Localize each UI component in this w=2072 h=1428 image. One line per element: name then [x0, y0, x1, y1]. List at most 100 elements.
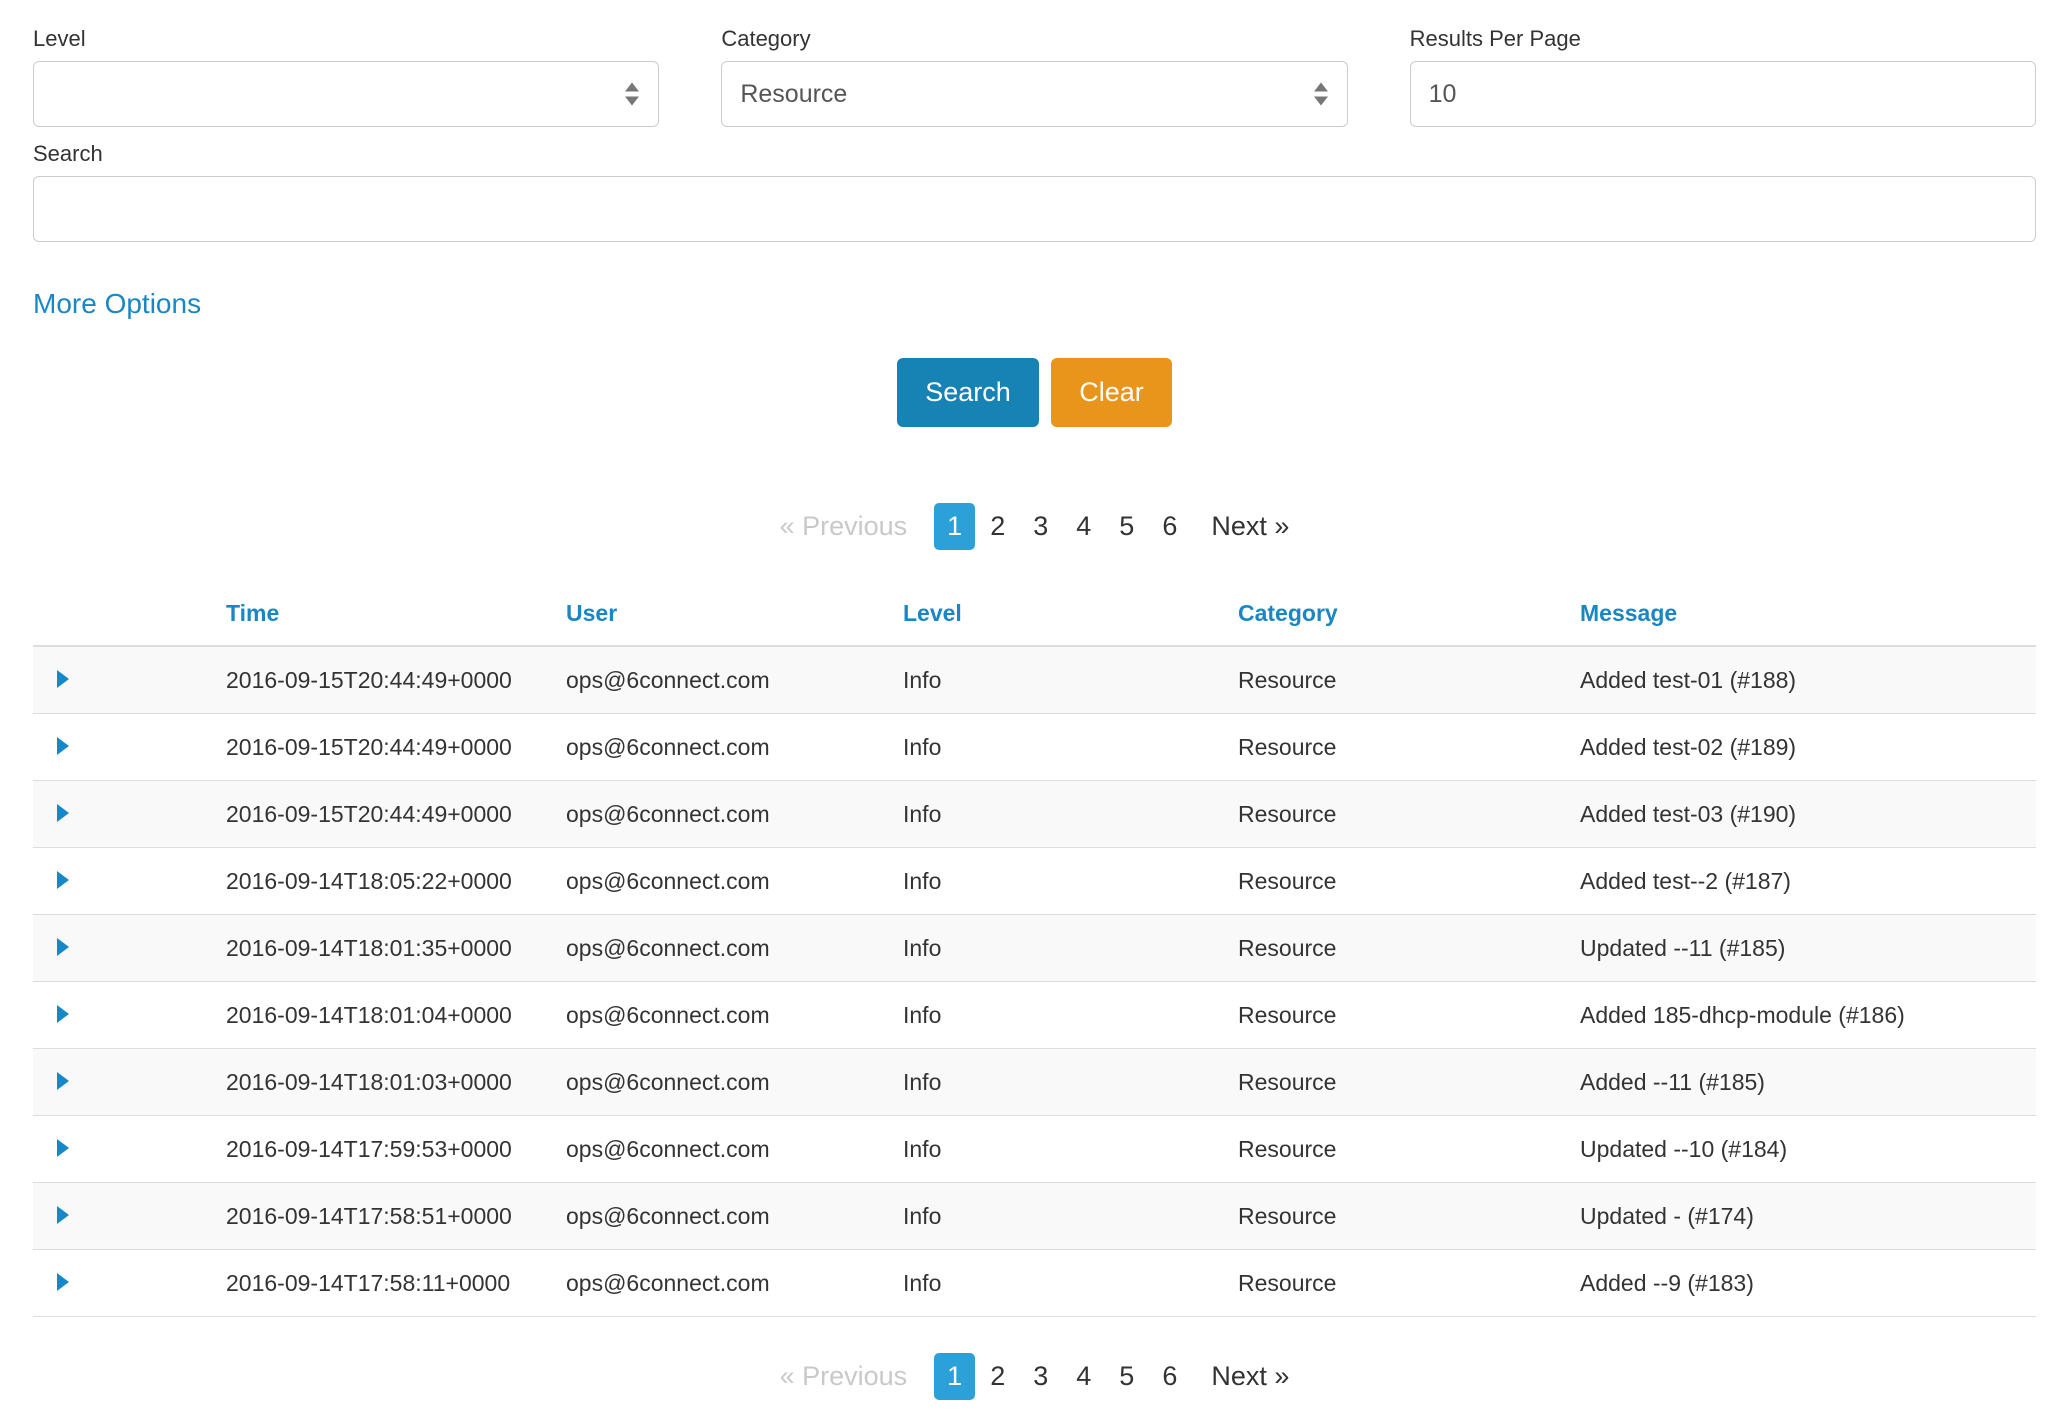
- cell-category: Resource: [1230, 714, 1572, 781]
- log-table-body: 2016-09-15T20:44:49+0000ops@6connect.com…: [33, 646, 2036, 1317]
- pagination-page-2[interactable]: 2: [977, 503, 1018, 550]
- category-field: Category Resource: [721, 26, 1347, 127]
- search-button[interactable]: Search: [897, 358, 1039, 427]
- cell-message: Added test-03 (#190): [1572, 781, 2036, 848]
- log-table: Time User Level Category Message 2016-09…: [33, 590, 2036, 1317]
- cell-user: ops@6connect.com: [558, 1049, 895, 1116]
- cell-user: ops@6connect.com: [558, 915, 895, 982]
- table-row: 2016-09-14T18:01:35+0000ops@6connect.com…: [33, 915, 2036, 982]
- cell-expand: [33, 781, 218, 848]
- pagination-page-2[interactable]: 2: [977, 1353, 1018, 1400]
- header-time[interactable]: Time: [218, 590, 558, 646]
- expand-row-icon[interactable]: [57, 737, 69, 755]
- expand-row-icon[interactable]: [57, 1139, 69, 1157]
- pagination-previous[interactable]: « Previous: [780, 511, 908, 542]
- cell-category: Resource: [1230, 1250, 1572, 1317]
- cell-category: Resource: [1230, 848, 1572, 915]
- level-field: Level: [33, 26, 659, 127]
- cell-expand: [33, 848, 218, 915]
- cell-message: Added test-01 (#188): [1572, 646, 2036, 714]
- cell-user: ops@6connect.com: [558, 1250, 895, 1317]
- category-select[interactable]: Resource: [721, 61, 1347, 127]
- results-per-page-input[interactable]: [1410, 61, 2036, 127]
- expand-row-icon[interactable]: [57, 804, 69, 822]
- expand-row-icon[interactable]: [57, 1072, 69, 1090]
- cell-time: 2016-09-14T18:01:03+0000: [218, 1049, 558, 1116]
- cell-category: Resource: [1230, 982, 1572, 1049]
- cell-message: Updated - (#174): [1572, 1183, 2036, 1250]
- search-block: Search: [33, 141, 2036, 242]
- cell-time: 2016-09-14T18:01:35+0000: [218, 915, 558, 982]
- cell-level: Info: [895, 848, 1230, 915]
- pagination-page-5[interactable]: 5: [1106, 1353, 1147, 1400]
- cell-user: ops@6connect.com: [558, 1183, 895, 1250]
- table-header-row: Time User Level Category Message: [33, 590, 2036, 646]
- expand-row-icon[interactable]: [57, 1273, 69, 1291]
- cell-level: Info: [895, 714, 1230, 781]
- table-row: 2016-09-15T20:44:49+0000ops@6connect.com…: [33, 646, 2036, 714]
- search-input[interactable]: [33, 176, 2036, 242]
- expand-row-icon[interactable]: [57, 871, 69, 889]
- cell-time: 2016-09-14T18:01:04+0000: [218, 982, 558, 1049]
- cell-message: Updated --10 (#184): [1572, 1116, 2036, 1183]
- cell-expand: [33, 1183, 218, 1250]
- clear-button[interactable]: Clear: [1051, 358, 1172, 427]
- cell-category: Resource: [1230, 646, 1572, 714]
- header-message[interactable]: Message: [1572, 590, 2036, 646]
- table-row: 2016-09-14T18:05:22+0000ops@6connect.com…: [33, 848, 2036, 915]
- cell-category: Resource: [1230, 1116, 1572, 1183]
- results-per-page-field: Results Per Page: [1410, 26, 2036, 127]
- pagination-next[interactable]: Next »: [1211, 1361, 1289, 1392]
- pagination-previous[interactable]: « Previous: [780, 1361, 908, 1392]
- search-label: Search: [33, 141, 2036, 167]
- pagination-page-6[interactable]: 6: [1149, 1353, 1190, 1400]
- header-level[interactable]: Level: [895, 590, 1230, 646]
- table-row: 2016-09-14T18:01:03+0000ops@6connect.com…: [33, 1049, 2036, 1116]
- pagination-page-4[interactable]: 4: [1063, 503, 1104, 550]
- pagination-page-5[interactable]: 5: [1106, 503, 1147, 550]
- actions-bar: Search Clear: [33, 358, 2036, 427]
- more-options-link[interactable]: More Options: [33, 288, 201, 320]
- cell-message: Added test-02 (#189): [1572, 714, 2036, 781]
- cell-level: Info: [895, 1183, 1230, 1250]
- cell-level: Info: [895, 1116, 1230, 1183]
- cell-message: Added --9 (#183): [1572, 1250, 2036, 1317]
- cell-level: Info: [895, 1250, 1230, 1317]
- cell-user: ops@6connect.com: [558, 781, 895, 848]
- table-row: 2016-09-14T17:58:51+0000ops@6connect.com…: [33, 1183, 2036, 1250]
- cell-category: Resource: [1230, 1049, 1572, 1116]
- expand-row-icon[interactable]: [57, 1005, 69, 1023]
- pagination-page-1[interactable]: 1: [934, 503, 975, 550]
- cell-expand: [33, 1049, 218, 1116]
- expand-row-icon[interactable]: [57, 938, 69, 956]
- pagination-next[interactable]: Next »: [1211, 511, 1289, 542]
- cell-time: 2016-09-14T18:05:22+0000: [218, 848, 558, 915]
- pagination-page-4[interactable]: 4: [1063, 1353, 1104, 1400]
- cell-time: 2016-09-14T17:58:51+0000: [218, 1183, 558, 1250]
- cell-expand: [33, 982, 218, 1049]
- pagination-page-3[interactable]: 3: [1020, 503, 1061, 550]
- cell-level: Info: [895, 781, 1230, 848]
- header-category[interactable]: Category: [1230, 590, 1572, 646]
- pagination-page-3[interactable]: 3: [1020, 1353, 1061, 1400]
- table-row: 2016-09-15T20:44:49+0000ops@6connect.com…: [33, 714, 2036, 781]
- cell-level: Info: [895, 915, 1230, 982]
- cell-expand: [33, 915, 218, 982]
- table-row: 2016-09-15T20:44:49+0000ops@6connect.com…: [33, 781, 2036, 848]
- cell-user: ops@6connect.com: [558, 714, 895, 781]
- cell-level: Info: [895, 1049, 1230, 1116]
- cell-user: ops@6connect.com: [558, 848, 895, 915]
- header-user[interactable]: User: [558, 590, 895, 646]
- cell-expand: [33, 1250, 218, 1317]
- pagination-page-1[interactable]: 1: [934, 1353, 975, 1400]
- expand-row-icon[interactable]: [57, 1206, 69, 1224]
- level-select[interactable]: [33, 61, 659, 127]
- pagination-page-6[interactable]: 6: [1149, 503, 1190, 550]
- pagination-bottom: « Previous 123456 Next »: [33, 1353, 2036, 1400]
- expand-row-icon[interactable]: [57, 670, 69, 688]
- cell-level: Info: [895, 982, 1230, 1049]
- results-per-page-label: Results Per Page: [1410, 26, 2036, 52]
- table-row: 2016-09-14T17:59:53+0000ops@6connect.com…: [33, 1116, 2036, 1183]
- cell-category: Resource: [1230, 1183, 1572, 1250]
- table-row: 2016-09-14T18:01:04+0000ops@6connect.com…: [33, 982, 2036, 1049]
